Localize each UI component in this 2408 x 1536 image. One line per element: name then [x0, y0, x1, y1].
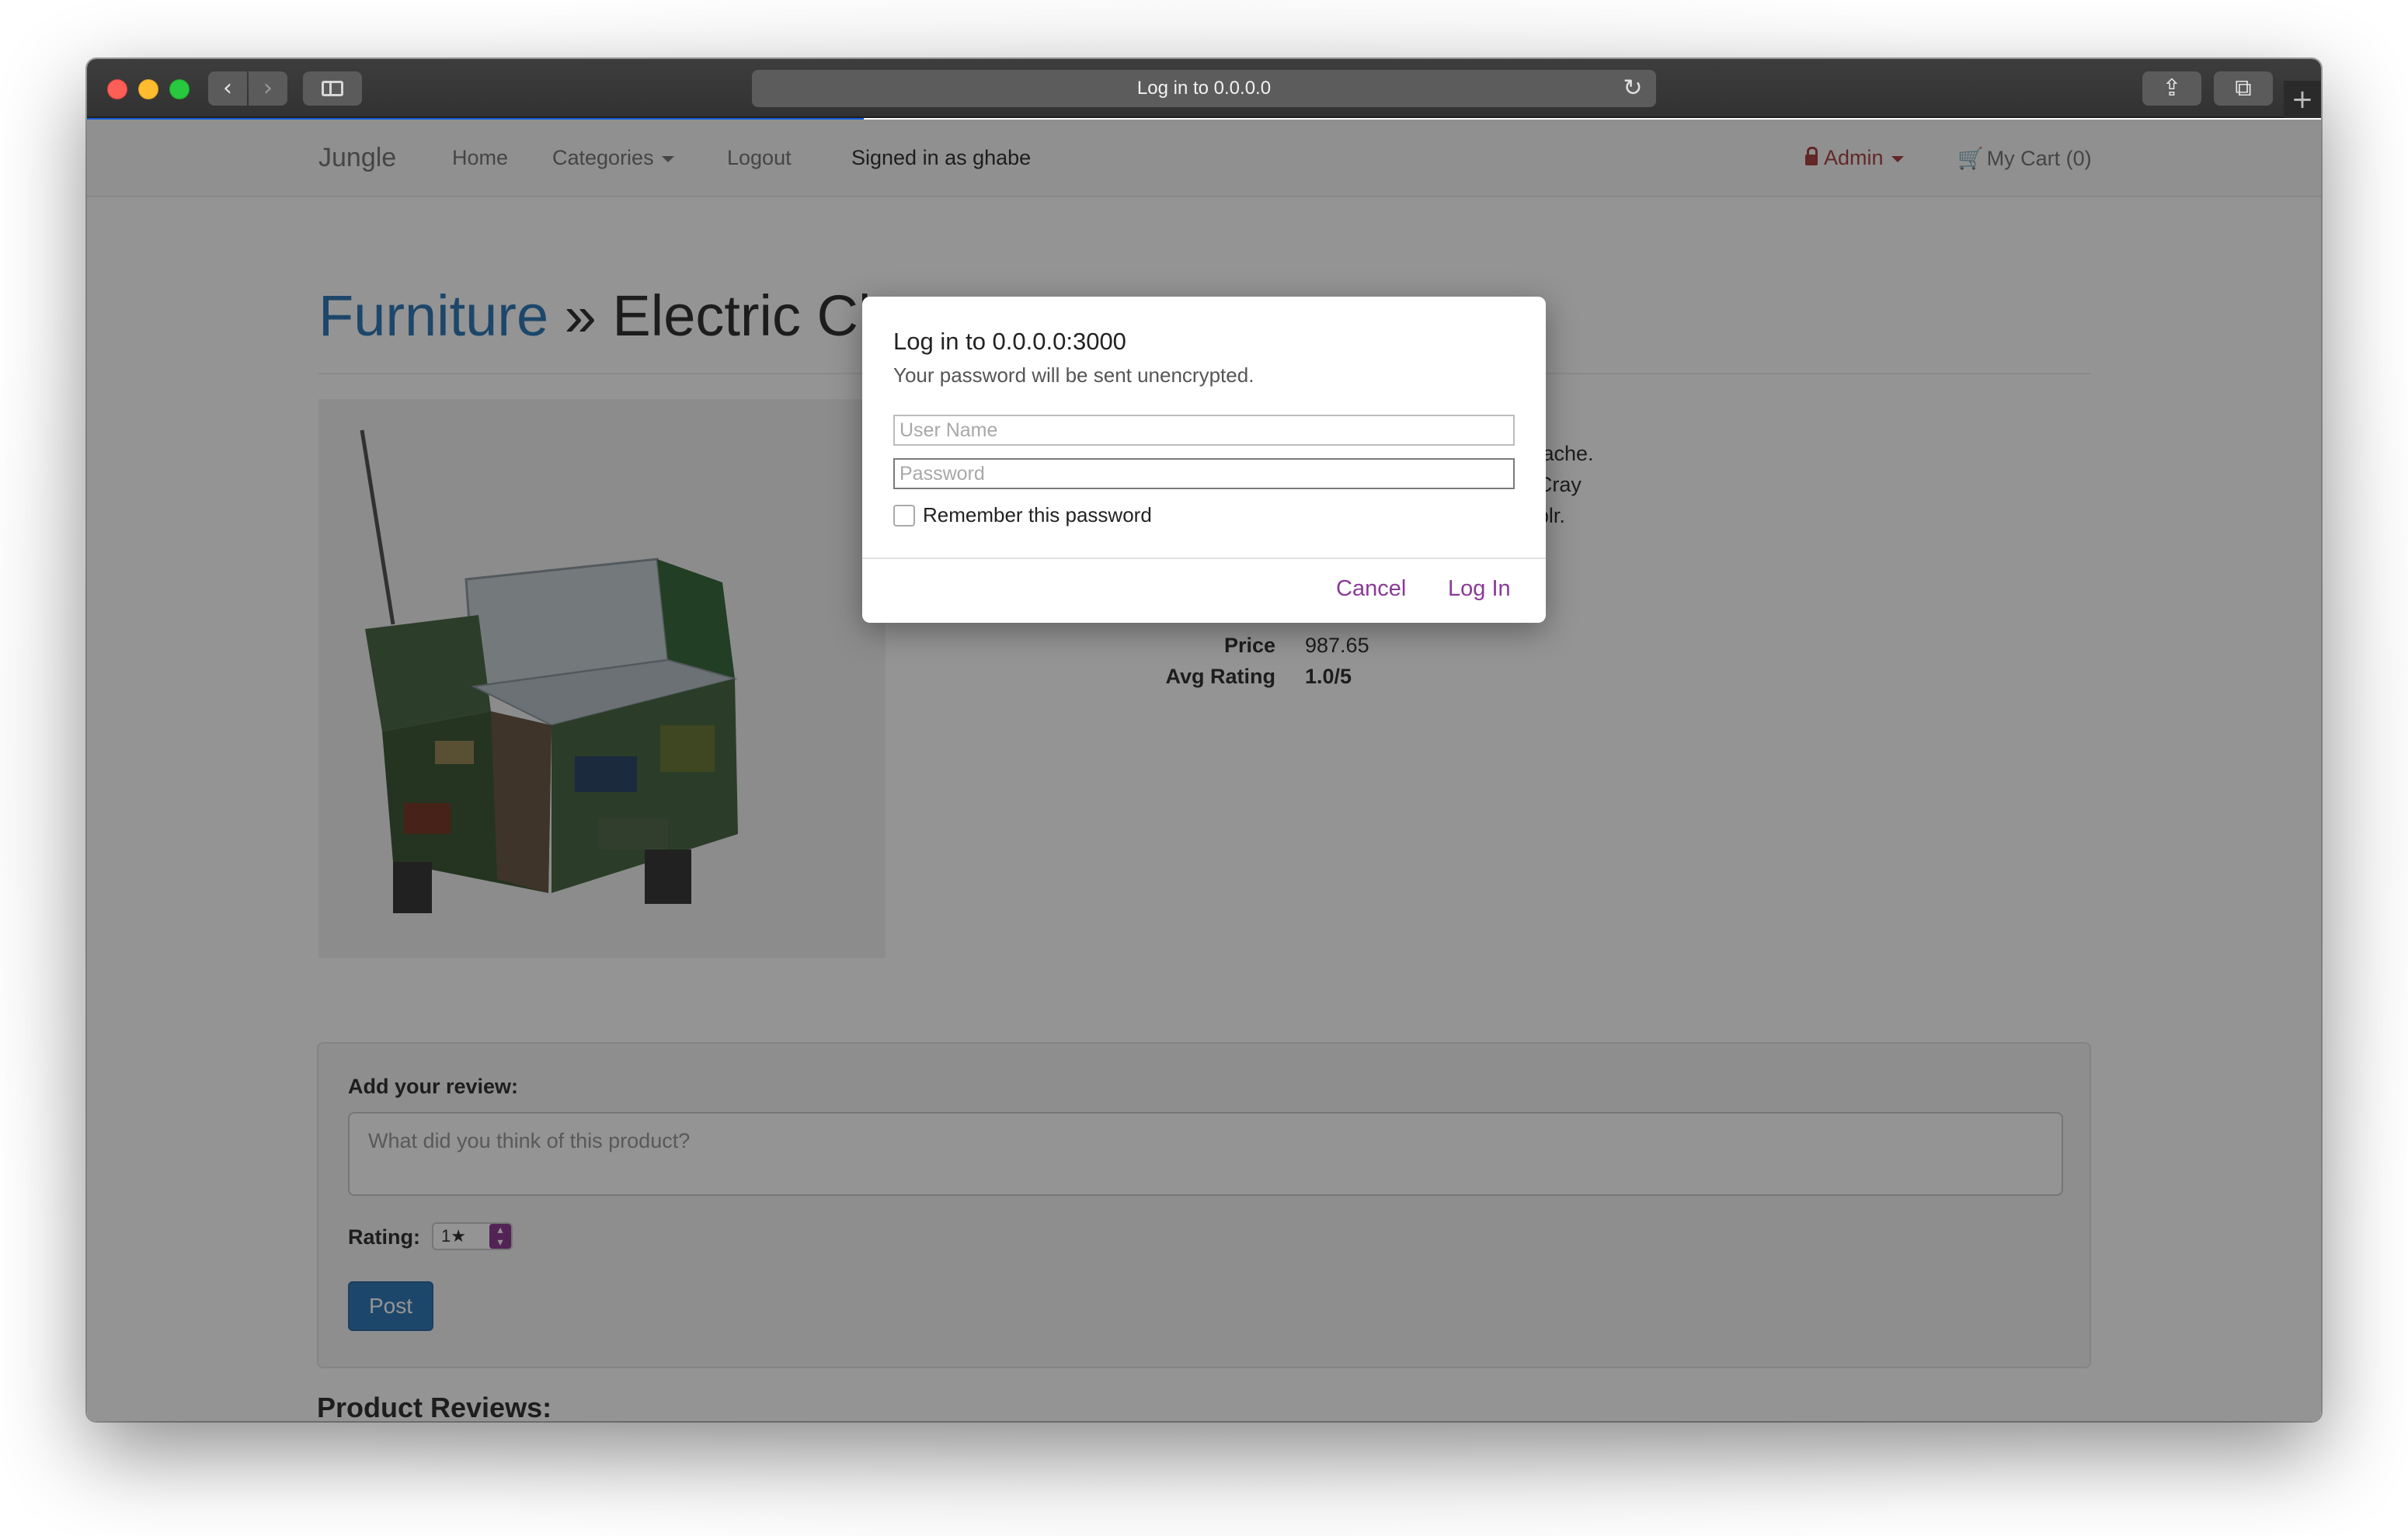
maximize-window-button[interactable]: [169, 79, 190, 99]
login-dialog: Log in to 0.0.0.0:3000 Your password wil…: [862, 297, 1546, 623]
chevron-left-icon: ‹: [223, 75, 232, 102]
remember-password-checkbox[interactable]: [893, 505, 915, 526]
back-button[interactable]: ‹: [208, 71, 247, 106]
username-field[interactable]: User Name: [893, 415, 1515, 446]
web-page: Jungle Home Categories Logout Signed in …: [87, 120, 2321, 1421]
close-window-button[interactable]: [107, 79, 127, 99]
new-tab-button[interactable]: +: [2284, 81, 2321, 118]
show-tabs-button[interactable]: ⧉: [2214, 71, 2273, 106]
browser-window: ‹ › Log in to 0.0.0.0 ↻ ⇪ ⧉ + Jungle Hom…: [87, 59, 2321, 1421]
password-field[interactable]: Password: [893, 458, 1515, 489]
cancel-button[interactable]: Cancel: [1336, 576, 1406, 602]
plus-icon: +: [2291, 84, 2314, 115]
login-button[interactable]: Log In: [1448, 576, 1511, 602]
dialog-subtitle: Your password will be sent unencrypted.: [893, 363, 1254, 387]
share-button[interactable]: ⇪: [2142, 71, 2201, 106]
forward-button[interactable]: ›: [249, 71, 287, 106]
dialog-divider: [862, 558, 1546, 559]
tabs-icon: ⧉: [2235, 75, 2252, 102]
share-icon: ⇪: [2162, 75, 2182, 102]
dialog-title: Log in to 0.0.0.0:3000: [893, 328, 1126, 355]
address-bar[interactable]: Log in to 0.0.0.0 ↻: [752, 70, 1656, 107]
chevron-right-icon: ›: [263, 75, 273, 102]
sidebar-icon: [322, 81, 343, 96]
remember-password-label[interactable]: Remember this password: [923, 503, 1152, 527]
sidebar-toggle-button[interactable]: [303, 71, 362, 106]
minimize-window-button[interactable]: [138, 79, 158, 99]
address-bar-text: Log in to 0.0.0.0: [1136, 78, 1272, 99]
title-bar: ‹ › Log in to 0.0.0.0 ↻ ⇪ ⧉ +: [87, 59, 2321, 118]
reload-icon[interactable]: ↻: [1619, 70, 1647, 107]
